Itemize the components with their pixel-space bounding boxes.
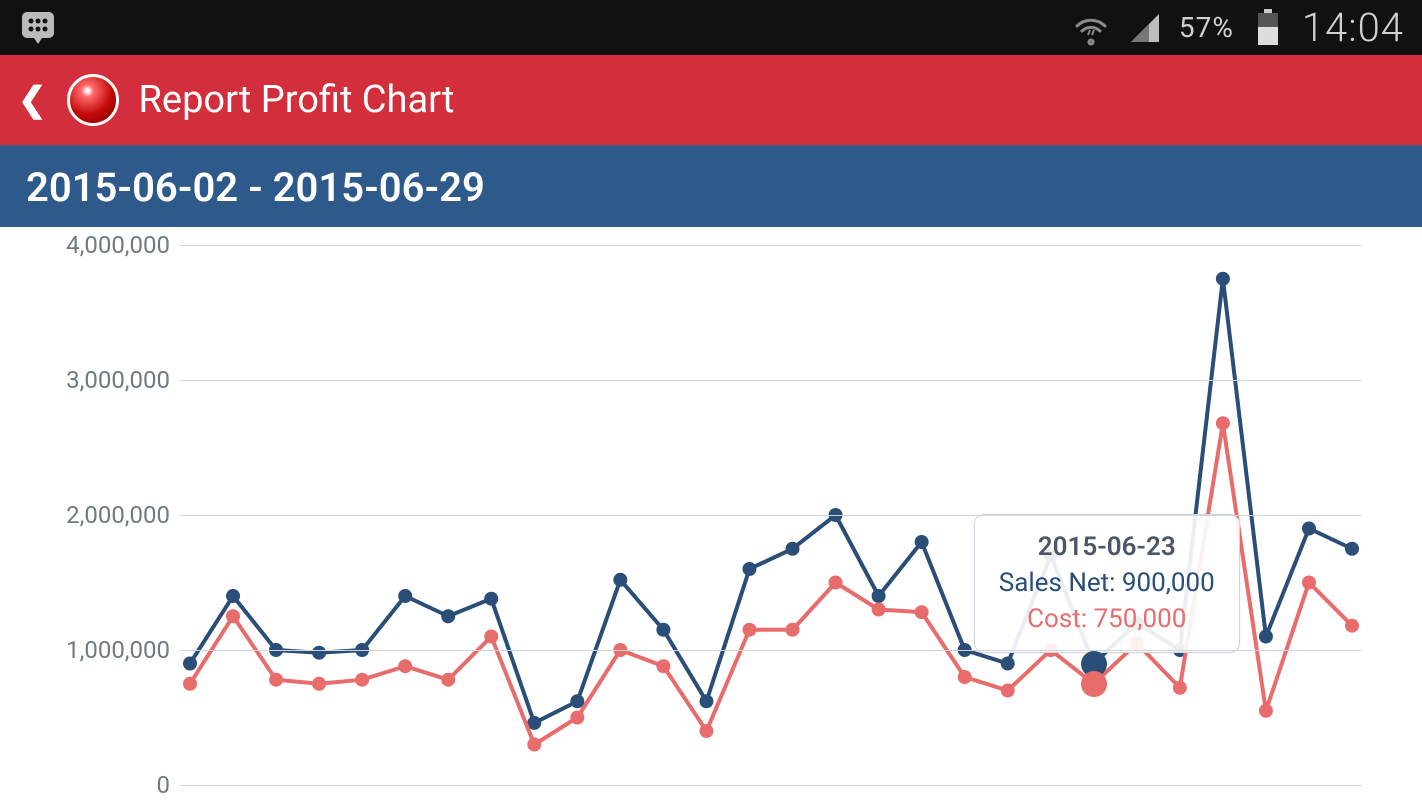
cell-signal-icon <box>1125 8 1165 48</box>
data-point[interactable] <box>1001 657 1015 671</box>
data-point[interactable] <box>312 677 326 691</box>
data-point[interactable] <box>613 573 627 587</box>
data-point[interactable] <box>742 623 756 637</box>
date-range-text: 2015-06-02 - 2015-06-29 <box>26 164 485 211</box>
data-point[interactable] <box>1259 630 1273 644</box>
data-point[interactable] <box>872 589 886 603</box>
wifi-icon <box>1071 8 1111 48</box>
battery-percent: 57% <box>1179 11 1234 44</box>
data-point[interactable] <box>1259 704 1273 718</box>
y-axis-label: 0 <box>30 771 170 799</box>
data-point[interactable] <box>1001 684 1015 698</box>
data-point[interactable] <box>355 673 369 687</box>
data-point[interactable] <box>1216 272 1230 286</box>
data-point[interactable] <box>398 659 412 673</box>
data-point[interactable] <box>742 562 756 576</box>
tooltip-date: 2015-06-23 <box>999 529 1215 565</box>
gridline <box>180 380 1362 381</box>
data-point[interactable] <box>269 673 283 687</box>
y-axis-label: 3,000,000 <box>30 366 170 394</box>
data-point[interactable] <box>1345 619 1359 633</box>
data-point[interactable] <box>183 657 197 671</box>
y-axis-label: 1,000,000 <box>30 636 170 664</box>
data-point[interactable] <box>441 673 455 687</box>
bbm-icon <box>18 8 58 48</box>
gridline <box>180 785 1362 786</box>
data-point[interactable] <box>699 724 713 738</box>
gridline <box>180 650 1362 651</box>
app-header: ❮ Report Profit Chart <box>0 55 1422 147</box>
highlight-dot-cost <box>1081 671 1107 697</box>
data-point[interactable] <box>484 630 498 644</box>
battery-icon <box>1248 8 1288 48</box>
date-range-bar[interactable]: 2015-06-02 - 2015-06-29 <box>0 147 1422 227</box>
data-point[interactable] <box>1345 542 1359 556</box>
data-point[interactable] <box>786 542 800 556</box>
page-title: Report Profit Chart <box>139 78 455 122</box>
clock: 14:04 <box>1302 4 1404 51</box>
gridline <box>180 245 1362 246</box>
data-point[interactable] <box>915 535 929 549</box>
data-point[interactable] <box>656 659 670 673</box>
data-point[interactable] <box>958 670 972 684</box>
data-point[interactable] <box>527 738 541 752</box>
data-point[interactable] <box>1216 416 1230 430</box>
data-point[interactable] <box>226 589 240 603</box>
data-point[interactable] <box>915 605 929 619</box>
tooltip-sales: Sales Net: 900,000 <box>999 565 1215 601</box>
data-point[interactable] <box>1173 681 1187 695</box>
data-point[interactable] <box>312 646 326 660</box>
data-point[interactable] <box>1302 576 1316 590</box>
data-point[interactable] <box>441 609 455 623</box>
data-point[interactable] <box>786 623 800 637</box>
app-logo-icon[interactable] <box>67 74 119 126</box>
profit-chart[interactable]: 01,000,0002,000,0003,000,0004,000,000 20… <box>0 227 1422 245</box>
data-point[interactable] <box>226 609 240 623</box>
data-point[interactable] <box>656 623 670 637</box>
y-axis-label: 4,000,000 <box>30 231 170 259</box>
y-axis-label: 2,000,000 <box>30 501 170 529</box>
gridline <box>180 515 1362 516</box>
data-point[interactable] <box>484 592 498 606</box>
data-point[interactable] <box>1302 522 1316 536</box>
data-point[interactable] <box>829 576 843 590</box>
back-chevron-icon[interactable]: ❮ <box>18 80 47 120</box>
data-point[interactable] <box>570 711 584 725</box>
chart-tooltip: 2015-06-23 Sales Net: 900,000 Cost: 750,… <box>974 514 1240 653</box>
data-point[interactable] <box>398 589 412 603</box>
data-point[interactable] <box>699 694 713 708</box>
tooltip-cost: Cost: 750,000 <box>999 601 1215 637</box>
data-point[interactable] <box>183 677 197 691</box>
system-status-bar: 57% 14:04 <box>0 0 1422 55</box>
data-point[interactable] <box>872 603 886 617</box>
